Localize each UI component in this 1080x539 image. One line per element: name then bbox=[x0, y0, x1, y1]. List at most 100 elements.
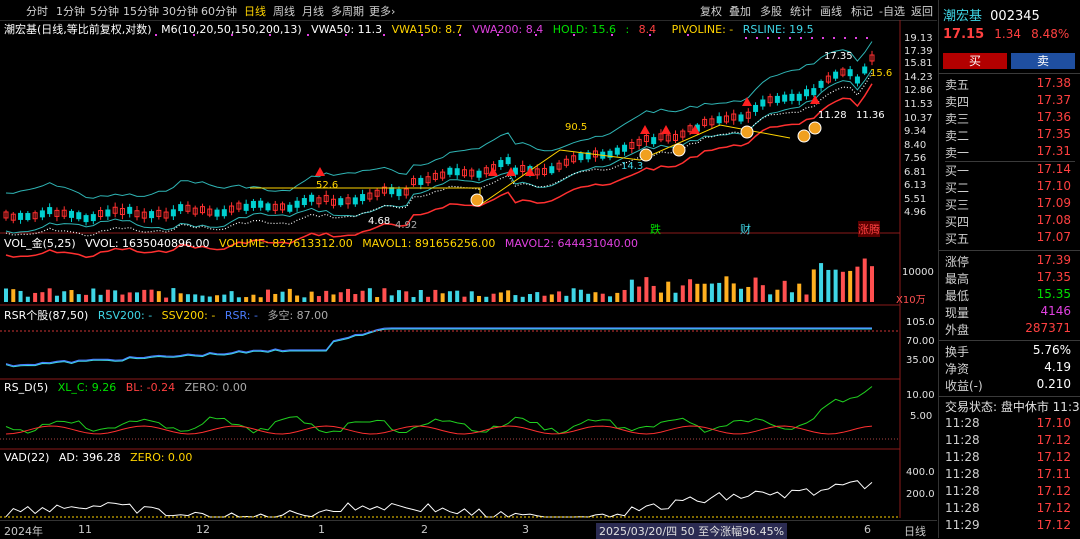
marker-rise[interactable]: 涨腾 bbox=[858, 221, 880, 237]
volume-bar bbox=[506, 290, 511, 302]
y-tick: 6.81 bbox=[904, 167, 927, 178]
action-zixuan[interactable]: -自选 bbox=[879, 3, 905, 19]
ask-row[interactable]: 卖三 17.36 bbox=[945, 110, 1075, 127]
ask-label: 卖四 bbox=[945, 95, 970, 109]
candle-body bbox=[854, 76, 860, 84]
volume-bar bbox=[870, 266, 874, 302]
vad-zero-label: ZERO: 0.00 bbox=[130, 451, 193, 464]
sell-button[interactable]: 卖 bbox=[1011, 53, 1075, 69]
volume-bar bbox=[18, 290, 23, 302]
ask-row[interactable]: 卖一 17.31 bbox=[945, 144, 1075, 162]
action-fuquan[interactable]: 复权 bbox=[700, 3, 722, 19]
candle-body bbox=[83, 215, 89, 223]
volume-bar bbox=[433, 289, 438, 302]
volume-bar bbox=[302, 297, 307, 302]
ask-row[interactable]: 卖四 17.37 bbox=[945, 93, 1075, 110]
candle-body bbox=[39, 210, 45, 218]
marker-fall[interactable]: 跌 bbox=[650, 221, 661, 237]
tf-15min[interactable]: 15分钟 bbox=[123, 3, 159, 19]
bid-row[interactable]: 买二 17.10 bbox=[945, 179, 1075, 196]
volume-bar bbox=[396, 290, 401, 302]
stat-row: 换手 5.76% bbox=[945, 343, 1075, 360]
bid-row[interactable]: 买一 17.14 bbox=[945, 162, 1075, 179]
candle-body bbox=[804, 89, 810, 97]
volume-bar bbox=[775, 289, 780, 302]
chart-canvas[interactable] bbox=[0, 20, 937, 518]
volume-bar bbox=[557, 291, 562, 302]
action-fanhui[interactable]: 返回 bbox=[911, 3, 933, 19]
ask-row[interactable]: 卖五 17.38 bbox=[945, 76, 1075, 93]
chart-area[interactable]: 潮宏基(日线,等比前复权,对数) M6(10,20,50,150,200,13)… bbox=[0, 20, 937, 518]
action-tongji[interactable]: 统计 bbox=[790, 3, 812, 19]
rsr-y-tick: 105.0 bbox=[906, 317, 935, 328]
candle-body bbox=[476, 170, 482, 178]
tf-monthly[interactable]: 月线 bbox=[302, 3, 324, 19]
stat-label: 换手 bbox=[945, 345, 970, 359]
vwa50-label: VWA50: 11.3 bbox=[311, 23, 383, 36]
stat-row: 外盘 287371 bbox=[945, 321, 1075, 338]
tf-1min[interactable]: 1分钟 bbox=[56, 3, 85, 19]
bid-price: 17.08 bbox=[1036, 213, 1071, 227]
ask-label: 卖二 bbox=[945, 129, 970, 143]
bid-row[interactable]: 买四 17.08 bbox=[945, 213, 1075, 230]
volume-bar bbox=[33, 292, 38, 302]
tf-weekly[interactable]: 周线 bbox=[273, 3, 295, 19]
stat-row: 涨停 17.39 bbox=[945, 253, 1075, 270]
buy-signal-icon bbox=[672, 143, 686, 157]
tf-5min[interactable]: 5分钟 bbox=[90, 3, 119, 19]
volume-label: VOLUME: 827613312.00 bbox=[219, 237, 353, 250]
stat-row: 净资 4.19 bbox=[945, 360, 1075, 377]
marker-dot bbox=[756, 37, 758, 39]
volume-bar bbox=[826, 269, 831, 302]
candle-body bbox=[418, 177, 424, 185]
candle-body bbox=[862, 66, 868, 74]
buy-button[interactable]: 买 bbox=[943, 53, 1007, 69]
tf-multi[interactable]: 多周期 bbox=[331, 3, 364, 19]
buy-signal-icon bbox=[808, 121, 822, 135]
rsr-legend: RSR个股(87,50) RSV200: - SSV200: - RSR: - … bbox=[4, 307, 334, 323]
tf-60min[interactable]: 60分钟 bbox=[201, 3, 237, 19]
volume-bar bbox=[513, 295, 518, 302]
action-huaxian[interactable]: 画线 bbox=[820, 3, 842, 19]
volume-bar bbox=[178, 293, 183, 302]
top-toolbar: 分时 1分钟 5分钟 15分钟 30分钟 60分钟 日线 周线 月线 多周期 更… bbox=[0, 0, 937, 21]
mavol2-label: MAVOL2: 644431040.00 bbox=[504, 237, 639, 250]
rsr-line bbox=[5, 327, 872, 367]
ask-row[interactable]: 卖二 17.35 bbox=[945, 127, 1075, 144]
bid-row[interactable]: 买五 17.07 bbox=[945, 230, 1075, 247]
date-highlight: 2025/03/20/四 50 至今涨幅96.45% bbox=[596, 523, 788, 539]
rsv200-line bbox=[5, 328, 872, 368]
tf-daily[interactable]: 日线 bbox=[244, 3, 266, 19]
candle-body bbox=[47, 207, 53, 215]
volume-bar bbox=[469, 291, 474, 302]
bid-row[interactable]: 买三 17.09 bbox=[945, 196, 1075, 213]
period-label[interactable]: 日线 bbox=[904, 523, 926, 539]
action-biaoji[interactable]: 标记 bbox=[851, 3, 873, 19]
marker-dot bbox=[767, 37, 769, 39]
candle-body bbox=[25, 213, 31, 221]
volume-bar bbox=[76, 294, 81, 302]
volume-bar bbox=[418, 290, 423, 302]
tf-fenshi[interactable]: 分时 bbox=[26, 3, 48, 19]
marker-dot bbox=[745, 37, 747, 39]
rsr-label: RSR: - bbox=[224, 309, 258, 322]
bid-label: 买一 bbox=[945, 164, 970, 178]
action-diejia[interactable]: 叠加 bbox=[729, 3, 751, 19]
tf-30min[interactable]: 30分钟 bbox=[162, 3, 198, 19]
marker-dot bbox=[789, 37, 791, 39]
y-tick: 15.81 bbox=[904, 58, 933, 69]
marker-dot bbox=[778, 37, 780, 39]
chevron-right-icon: › bbox=[391, 5, 396, 18]
volume-bar bbox=[702, 283, 707, 302]
date-label: 3 bbox=[522, 523, 529, 536]
volume-bar bbox=[724, 276, 729, 302]
action-duogu[interactable]: 多股 bbox=[760, 3, 782, 19]
tick-time: 11:28 bbox=[945, 433, 980, 447]
tick-time: 11:28 bbox=[945, 467, 980, 481]
volume-bar bbox=[629, 279, 634, 302]
volume-bar bbox=[156, 291, 161, 302]
tf-more[interactable]: 更多› bbox=[369, 3, 395, 19]
volume-bar bbox=[426, 296, 431, 302]
volume-bar bbox=[644, 277, 649, 302]
marker-fin[interactable]: 财 bbox=[740, 221, 751, 237]
